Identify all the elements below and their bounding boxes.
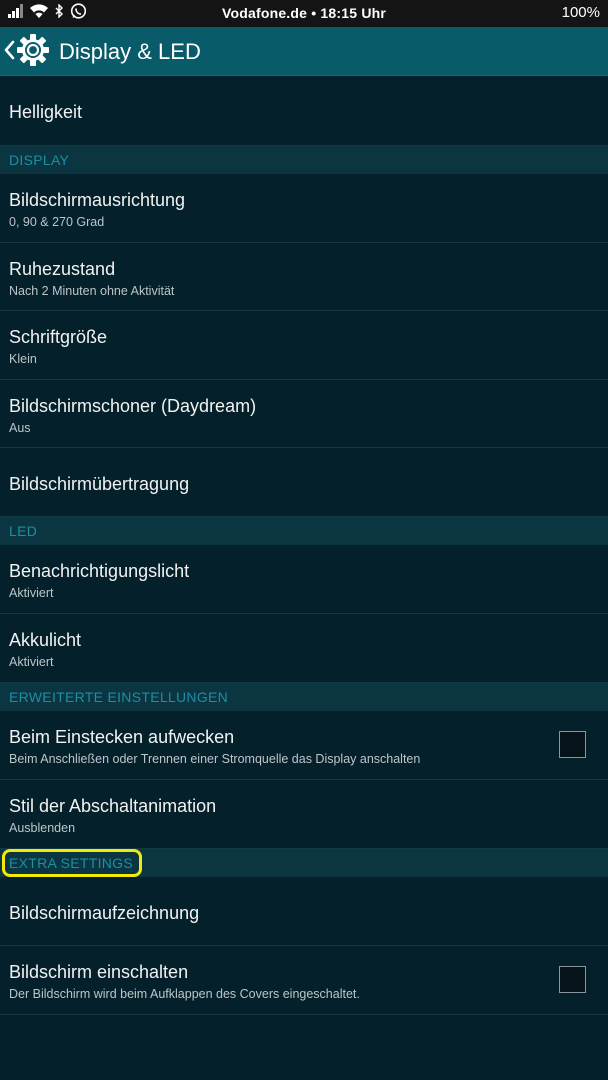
- list-item-title: Bildschirm einschalten: [9, 962, 189, 982]
- list-item-title: Akkulicht: [9, 630, 82, 650]
- list-item-title: Bildschirmübertragung: [9, 474, 190, 494]
- list-item-subtitle: Aktiviert: [9, 655, 54, 669]
- battery-level: 100%: [561, 4, 600, 21]
- chevron-left-icon: [3, 39, 15, 66]
- action-bar: Display & LED: [0, 27, 608, 76]
- list-item-subtitle: Ausblenden: [9, 821, 76, 835]
- list-item-helligkeit[interactable]: Helligkeit: [0, 76, 608, 146]
- list-item-subtitle: Klein: [9, 352, 37, 366]
- list-item-bildschirmausrichtung[interactable]: Bildschirmausrichtung 0, 90 & 270 Grad: [0, 174, 608, 243]
- screen-on-checkbox[interactable]: [559, 966, 586, 993]
- list-item-ruhezustand[interactable]: Ruhezustand Nach 2 Minuten ohne Aktivitä…: [0, 243, 608, 311]
- list-item-title: Helligkeit: [9, 102, 83, 122]
- list-item-daydream[interactable]: Bildschirmschoner (Daydream) Aus: [0, 380, 608, 448]
- back-button[interactable]: [3, 33, 53, 67]
- list-item-bildschirmuebertragung[interactable]: Bildschirmübertragung: [0, 448, 608, 517]
- list-item-schriftgroesse[interactable]: Schriftgröße Klein: [0, 311, 608, 380]
- list-item-bildschirmaufzeichnung[interactable]: Bildschirmaufzeichnung: [0, 877, 608, 946]
- list-item-title: Ruhezustand: [9, 259, 116, 279]
- page-title: Display & LED: [59, 39, 201, 64]
- settings-gear-icon: [16, 33, 50, 72]
- section-header-extra-settings: EXTRA SETTINGS: [0, 849, 608, 877]
- list-item-title: Schriftgröße: [9, 327, 108, 347]
- list-item-subtitle: 0, 90 & 270 Grad: [9, 215, 105, 229]
- section-header-erweiterte-einstellungen: ERWEITERTE EINSTELLUNGEN: [0, 683, 608, 711]
- list-item-akkulicht[interactable]: Akkulicht Aktiviert: [0, 614, 608, 683]
- list-item-title: Stil der Abschaltanimation: [9, 796, 217, 816]
- list-item-subtitle: Aus: [9, 421, 31, 435]
- list-item-subtitle: Der Bildschirm wird beim Aufklappen des …: [9, 987, 360, 1001]
- status-bar: Vodafone.de • 18:15 Uhr 100%: [0, 0, 608, 27]
- carrier-time: Vodafone.de • 18:15 Uhr: [221, 5, 387, 21]
- list-item-title: Bildschirmaufzeichnung: [9, 903, 200, 923]
- list-item-title: Bildschirmschoner (Daydream): [9, 396, 257, 416]
- settings-list: Helligkeit DISPLAY Bildschirmausrichtung…: [0, 76, 608, 1015]
- list-item-title: Bildschirmausrichtung: [9, 190, 186, 210]
- list-item-abschaltanimation[interactable]: Stil der Abschaltanimation Ausblenden: [0, 780, 608, 849]
- list-item-benachrichtigungslicht[interactable]: Benachrichtigungslicht Aktiviert: [0, 545, 608, 614]
- list-item-bildschirm-einschalten[interactable]: Bildschirm einschalten Der Bildschirm wi…: [0, 946, 608, 1015]
- list-item-subtitle: Beim Anschließen oder Trennen einer Stro…: [9, 752, 421, 766]
- list-item-beim-einstecken-aufwecken[interactable]: Beim Einstecken aufwecken Beim Anschließ…: [0, 711, 608, 780]
- section-header-led: LED: [0, 517, 608, 545]
- section-title: LED: [9, 523, 38, 539]
- list-item-title: Benachrichtigungslicht: [9, 561, 190, 581]
- list-item-subtitle: Nach 2 Minuten ohne Aktivität: [9, 284, 175, 298]
- section-title: ERWEITERTE EINSTELLUNGEN: [9, 689, 229, 705]
- section-header-display: DISPLAY: [0, 146, 608, 174]
- list-item-title: Beim Einstecken aufwecken: [9, 727, 235, 747]
- list-item-subtitle: Aktiviert: [9, 586, 54, 600]
- wake-on-plug-checkbox[interactable]: [559, 731, 586, 758]
- section-title: DISPLAY: [9, 152, 70, 168]
- highlight-annotation: [2, 849, 142, 877]
